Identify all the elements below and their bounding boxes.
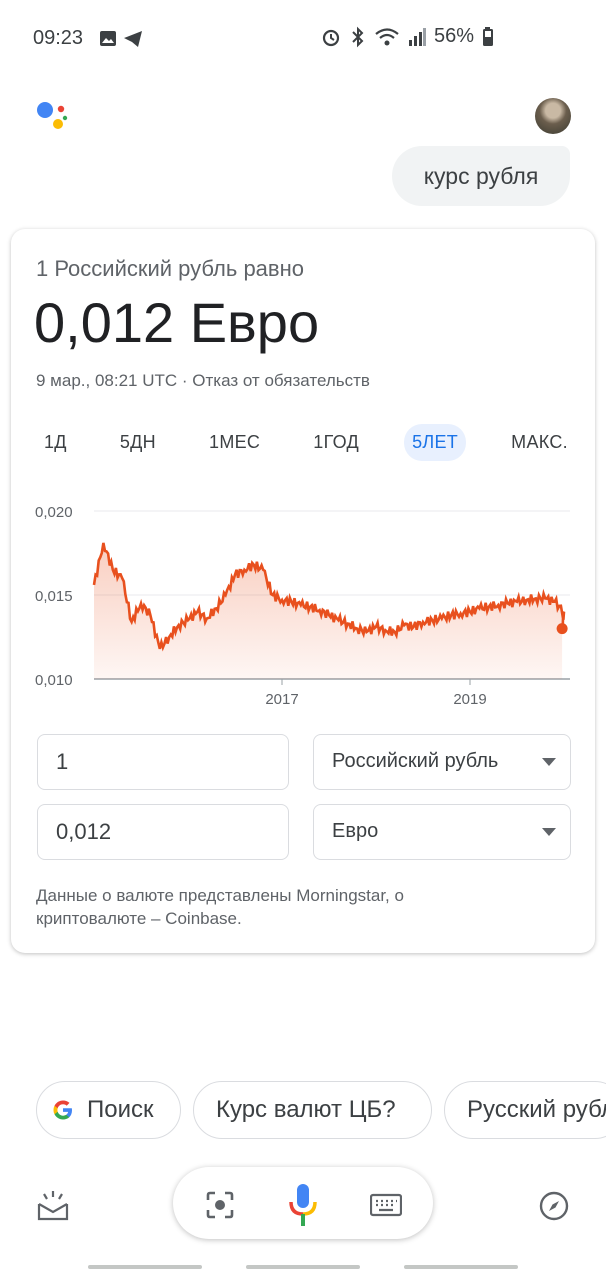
- dropdown-arrow-icon: [542, 758, 556, 766]
- currency-from-label: Российский рубль: [332, 750, 499, 772]
- y-tick-label: 0,020: [35, 504, 73, 521]
- y-tick-label: 0,010: [35, 672, 73, 689]
- x-tick-label: 2019: [453, 691, 486, 708]
- currency-to-select[interactable]: Евро: [313, 804, 571, 860]
- status-notification-icons: [100, 31, 142, 47]
- lens-icon[interactable]: [205, 1190, 235, 1220]
- signal-icon: [409, 27, 426, 46]
- tab-max[interactable]: МАКС.: [503, 424, 576, 461]
- tab-1y[interactable]: 1ГОД: [305, 424, 367, 461]
- battery-icon: [483, 26, 494, 46]
- amount-from-input[interactable]: 1: [37, 734, 289, 790]
- conversion-meta[interactable]: 9 мар., 08:21 UTC · Отказ от обязательст…: [36, 371, 370, 391]
- bluetooth-icon: [352, 26, 364, 47]
- y-tick-label: 0,015: [35, 588, 73, 605]
- status-icons: 56%: [320, 25, 494, 48]
- query-bubble: курс рубля: [392, 146, 570, 206]
- chip-cb-rates[interactable]: Курс валют ЦБ?: [193, 1081, 432, 1139]
- snapshot-icon[interactable]: [36, 1188, 70, 1222]
- conversion-result: 0,012 Евро: [34, 291, 320, 354]
- amount-to-input[interactable]: 0,012: [37, 804, 289, 860]
- currency-to-label: Евро: [332, 820, 379, 842]
- google-g-icon: [53, 1100, 72, 1120]
- exchange-rate-chart[interactable]: 0,020 0,015 0,010 2017 2019: [30, 495, 578, 715]
- status-time: 09:23: [33, 27, 84, 49]
- chip-search[interactable]: Поиск: [36, 1081, 181, 1139]
- wifi-icon: [375, 27, 399, 45]
- explore-compass-icon[interactable]: [538, 1190, 570, 1222]
- tab-5d[interactable]: 5ДН: [112, 424, 164, 461]
- google-assistant-logo: [37, 102, 68, 129]
- conversion-subtitle: 1 Российский рубль равно: [36, 256, 304, 281]
- chart-endpoint: [556, 623, 568, 635]
- range-tabs: 1Д 5ДН 1МЕС 1ГОД 5ЛЕТ МАКС.: [36, 422, 576, 462]
- chip-russian-ruble-label: Русский рубль: [467, 1096, 606, 1123]
- microphone-icon[interactable]: [288, 1182, 318, 1228]
- data-source-disclaimer[interactable]: Данные о валюте представлены Morningstar…: [36, 884, 496, 930]
- tab-1m[interactable]: 1МЕС: [201, 424, 268, 461]
- tab-5y[interactable]: 5ЛЕТ: [404, 423, 467, 461]
- keyboard-icon[interactable]: [370, 1193, 402, 1217]
- alarm-icon: [322, 29, 340, 46]
- chip-cb-rates-label: Курс валют ЦБ?: [216, 1096, 396, 1123]
- user-avatar[interactable]: [535, 98, 571, 134]
- battery-percent: 56%: [434, 25, 475, 47]
- query-text: курс рубля: [423, 162, 539, 189]
- nav-gesture-bar: [246, 1265, 360, 1269]
- dropdown-arrow-icon: [542, 828, 556, 836]
- tab-1d[interactable]: 1Д: [36, 424, 75, 461]
- currency-from-select[interactable]: Российский рубль: [313, 734, 571, 790]
- nav-gesture-bar: [404, 1265, 518, 1269]
- nav-gesture-bar: [88, 1265, 202, 1269]
- chip-russian-ruble[interactable]: Русский рубль: [444, 1081, 606, 1139]
- x-tick-label: 2017: [265, 691, 298, 708]
- chip-search-label: Поиск: [87, 1096, 154, 1123]
